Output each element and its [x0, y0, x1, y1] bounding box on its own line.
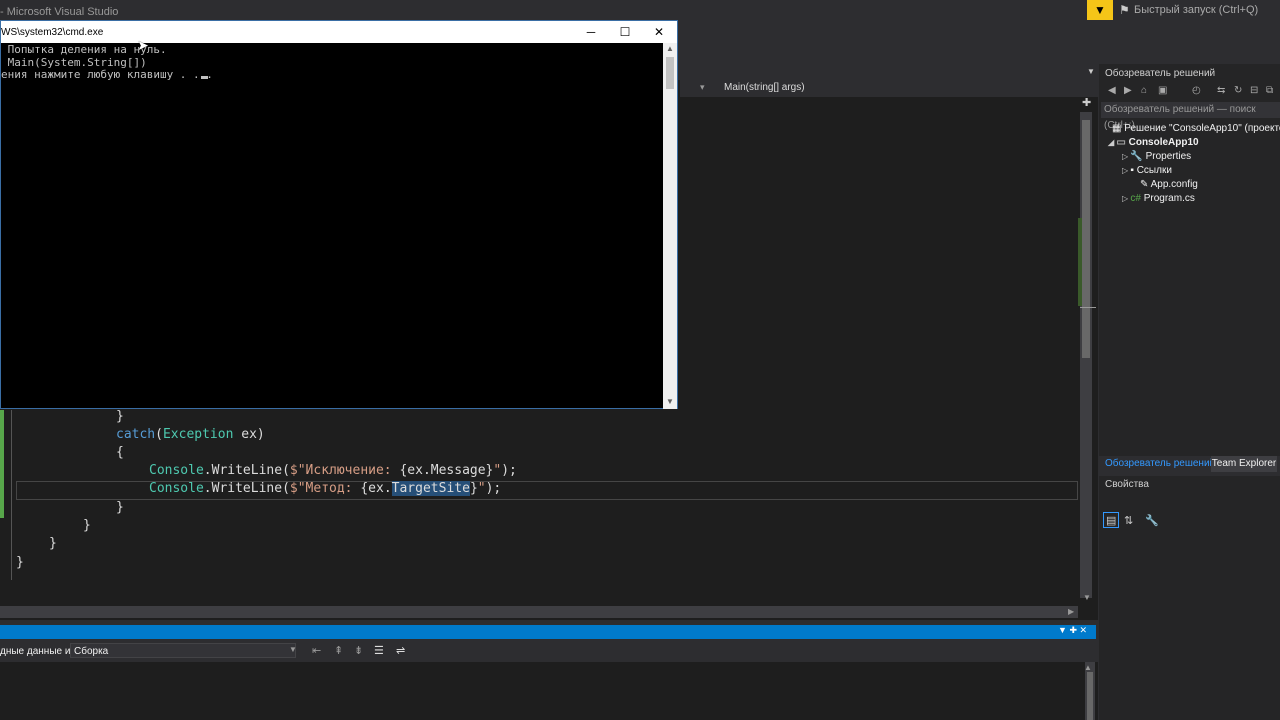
scroll-down-icon[interactable]: ▼ — [666, 397, 674, 406]
output-source-select[interactable]: Сборка — [70, 643, 296, 658]
close-icon[interactable]: ✕ — [642, 23, 676, 41]
scroll-right-icon[interactable]: ▶ — [1068, 607, 1074, 616]
code-line: } — [49, 536, 57, 551]
pin-icon[interactable]: ✚ — [1069, 625, 1077, 635]
properties-panel — [1099, 476, 1280, 720]
editor-horizontal-scrollbar[interactable] — [0, 606, 1078, 618]
clear-all-icon[interactable]: ☰ — [374, 644, 384, 657]
csharp-file-icon: c# — [1130, 193, 1144, 204]
solution-explorer-search-input[interactable]: Обозреватель решений — поиск (Ctrl+;) — [1101, 102, 1280, 131]
tree-item-properties[interactable]: ▷ 🔧 Properties — [1122, 151, 1191, 162]
home-icon[interactable]: ⌂ — [1141, 85, 1147, 96]
tab-team-explorer[interactable]: Team Explorer — [1211, 456, 1277, 472]
method-dropdown[interactable]: Main(string[] args) — [724, 82, 805, 93]
switch-views-icon[interactable]: ▣ — [1158, 85, 1167, 96]
output-scroll-thumb[interactable] — [1087, 672, 1093, 720]
scrollbar-position-marker — [1080, 307, 1096, 308]
alphabetical-icon[interactable]: ⇅ — [1124, 514, 1133, 527]
collapse-all-icon[interactable]: ⊟ — [1250, 85, 1258, 96]
show-all-files-icon[interactable]: ⧉ — [1266, 85, 1273, 96]
tree-item-appconfig[interactable]: ✎ App.config — [1140, 179, 1198, 190]
mouse-pointer-icon: ➤ — [137, 37, 149, 53]
selected-text: TargetSite — [391, 481, 470, 496]
maximize-icon[interactable]: ☐ — [608, 23, 642, 41]
cmd-scroll-thumb[interactable] — [666, 57, 674, 89]
forward-icon[interactable]: ▶ — [1124, 85, 1132, 96]
quick-launch-input[interactable]: Быстрый запуск (Ctrl+Q) — [1134, 2, 1280, 18]
code-line: } — [116, 409, 124, 424]
dropdown-icon[interactable]: ▼ — [1058, 625, 1067, 635]
close-icon[interactable]: ✕ — [1080, 625, 1088, 635]
tree-item-programcs[interactable]: ▷ c# Program.cs — [1122, 193, 1195, 204]
cmd-text-cursor — [201, 76, 208, 79]
refresh-icon[interactable]: ↻ — [1234, 85, 1242, 96]
prev-message-icon[interactable]: ⇞ — [334, 644, 343, 657]
output-text-area[interactable] — [0, 662, 1098, 720]
method-dropdown-arrow-icon[interactable]: ▾ — [700, 82, 705, 93]
scroll-up-icon[interactable]: ▲ — [1084, 663, 1092, 672]
cmd-window[interactable]: WS\system32\cmd.exe ─ ☐ ✕ Попытка делени… — [0, 20, 678, 409]
code-line: } — [83, 518, 91, 533]
scroll-down-icon[interactable]: ▼ — [1083, 593, 1091, 602]
property-pages-icon[interactable]: 🔧 — [1145, 514, 1159, 527]
panel-dropdown-icon[interactable]: ▼ — [1087, 67, 1095, 76]
code-line: { — [116, 445, 124, 460]
quick-launch-icon[interactable]: ⚑ — [1119, 3, 1130, 17]
cmd-titlebar[interactable]: WS\system32\cmd.exe ─ ☐ ✕ — [1, 21, 677, 43]
tree-project[interactable]: ◢ ▭ ConsoleApp10 — [1108, 137, 1199, 148]
tree-solution[interactable]: ▦ Решение "ConsoleApp10" (проектов — [1112, 123, 1280, 134]
feedback-filter-icon[interactable]: ▼ — [1087, 0, 1113, 20]
code-line-current: Console.WriteLine($"Метод: {ex.TargetSit… — [149, 481, 502, 496]
csharp-project-icon: ▭ — [1116, 137, 1129, 148]
config-file-icon: ✎ — [1140, 179, 1151, 190]
code-line: } — [116, 500, 124, 515]
cmd-output[interactable]: Попытка деления на нуль. Main(System.Str… — [1, 43, 663, 409]
code-line: catch(Exception ex) — [116, 427, 265, 442]
scroll-up-icon[interactable]: ▲ — [666, 44, 674, 53]
code-line: Console.WriteLine($"Исключение: {ex.Mess… — [149, 463, 517, 478]
output-source-label: дные данные из: — [0, 646, 78, 657]
split-editor-icon[interactable]: ✚ — [1082, 96, 1091, 109]
chevron-down-icon[interactable]: ▼ — [289, 645, 297, 654]
code-line: } — [16, 555, 24, 570]
pending-changes-icon[interactable]: ◴ — [1192, 85, 1201, 96]
change-tracking-margin — [0, 410, 4, 518]
tree-item-references[interactable]: ▷ ▪ Ссылки — [1122, 165, 1172, 176]
vs-window-title: - Microsoft Visual Studio — [0, 6, 119, 18]
back-icon[interactable]: ◀ — [1108, 85, 1116, 96]
next-message-icon[interactable]: ⇟ — [354, 644, 363, 657]
find-message-icon[interactable]: ⇤ — [312, 644, 321, 657]
editor-vertical-scroll-thumb[interactable] — [1082, 120, 1090, 358]
solution-explorer-title: Обозреватель решений — [1105, 68, 1216, 79]
categorized-icon[interactable]: ▤ — [1106, 514, 1116, 527]
sync-icon[interactable]: ⇆ — [1217, 85, 1225, 96]
minimize-icon[interactable]: ─ — [574, 23, 608, 41]
properties-title: Свойства — [1105, 479, 1149, 490]
output-panel-controls[interactable]: ▼ ✚ ✕ — [1058, 625, 1087, 636]
cmd-title: WS\system32\cmd.exe — [1, 27, 104, 38]
cmd-output-line: ения нажмите любую клавишу . . . — [1, 68, 220, 81]
word-wrap-icon[interactable]: ⇌ — [396, 644, 405, 657]
output-panel-header[interactable] — [0, 625, 1096, 639]
wrench-icon: 🔧 — [1130, 151, 1146, 162]
cmd-vertical-scrollbar[interactable] — [663, 43, 677, 409]
tab-solution-explorer[interactable]: Обозреватель решений — [1105, 458, 1215, 469]
scrollbar-change-marker — [1078, 218, 1082, 306]
outline-guide — [11, 410, 12, 580]
solution-icon: ▦ — [1112, 123, 1125, 134]
